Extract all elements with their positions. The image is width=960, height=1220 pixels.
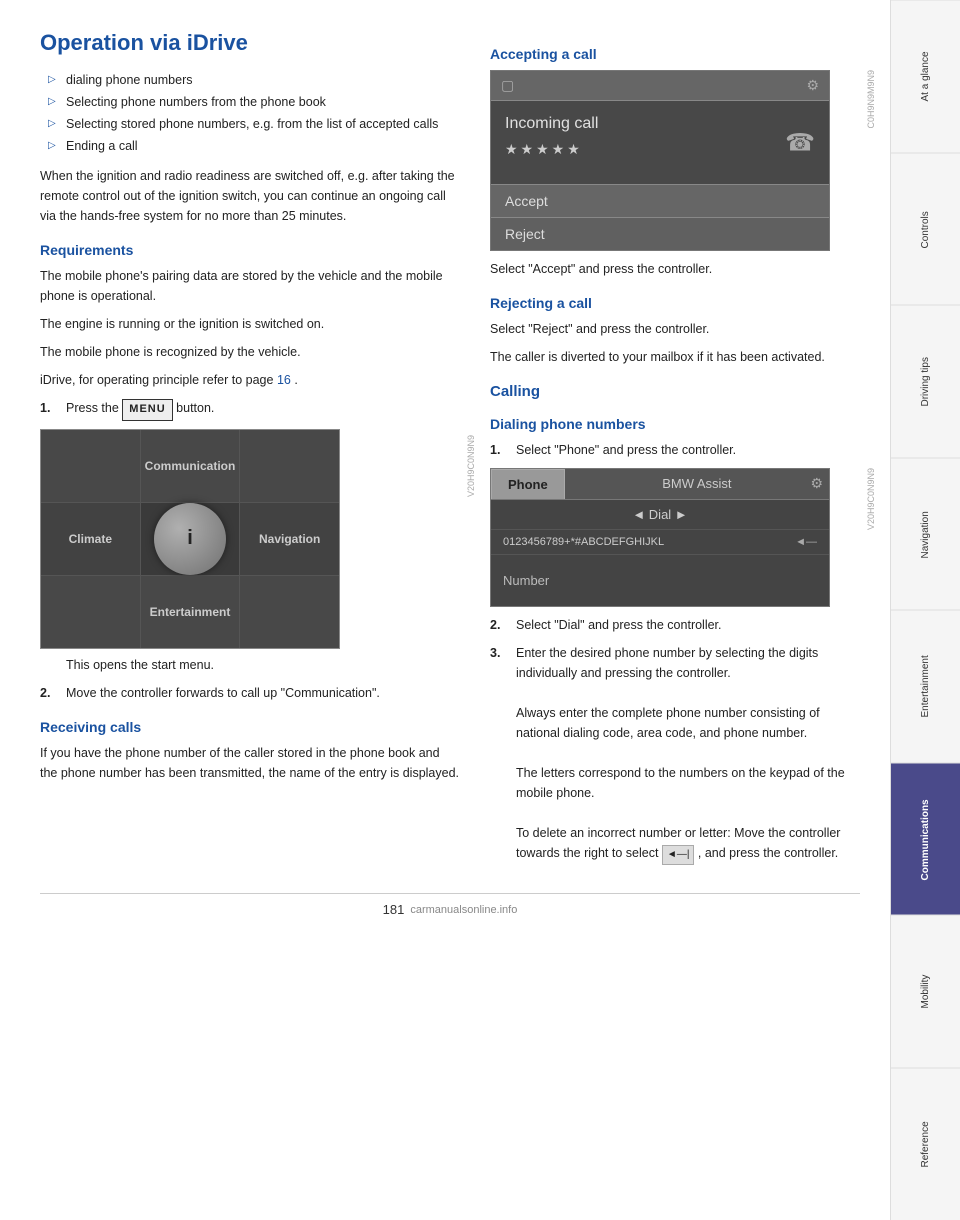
- incoming-call-label: Incoming call: [505, 115, 815, 133]
- navigation-label: Navigation: [240, 503, 339, 575]
- watermark-incoming: C0H9N9M9N9: [866, 70, 876, 129]
- idrive-screenshot: Communication Climate i Navigation Enter…: [40, 429, 460, 649]
- communication-label: Communication: [141, 430, 240, 502]
- incoming-call-screenshot: ▢ ⚙ Incoming call ★★★★★ ☎ Accept Reject …: [490, 70, 860, 251]
- idrive-i-icon: i: [187, 527, 193, 550]
- carmanuals-watermark: carmanualsonline.info: [410, 904, 517, 916]
- reject-text2: The caller is diverted to your mailbox i…: [490, 347, 860, 367]
- phone-tab[interactable]: Phone: [491, 469, 565, 499]
- req-text4: iDrive, for operating principle refer to…: [40, 370, 460, 390]
- requirements-heading: Requirements: [40, 242, 460, 258]
- req-text3: The mobile phone is recognized by the ve…: [40, 342, 460, 362]
- dial-step2: 2. Select "Dial" and press the controlle…: [490, 615, 860, 635]
- watermark-idrive: V20H9C0N9N9: [466, 435, 476, 497]
- rejecting-heading: Rejecting a call: [490, 295, 860, 311]
- calling-heading: Calling: [490, 383, 860, 400]
- sidebar-item-driving-tips[interactable]: Driving tips: [891, 305, 960, 458]
- list-item: Ending a call: [48, 136, 460, 156]
- number-chars-row: 0123456789+*#ABCDEFGHIJKL ◄—: [491, 530, 829, 555]
- sidebar-item-entertainment[interactable]: Entertainment: [891, 610, 960, 763]
- watermark-phone: V20H9C0N9N9: [866, 468, 876, 530]
- climate-label: Climate: [41, 503, 140, 575]
- phone-screenshot: Phone BMW Assist ⚙ ◄ Dial ► 0123456789+*…: [490, 468, 860, 607]
- list-item: dialing phone numbers: [48, 70, 460, 90]
- dialing-heading: Dialing phone numbers: [490, 416, 860, 432]
- right-column: Accepting a call ▢ ⚙ Incoming call ★★★★★…: [490, 30, 860, 873]
- incoming-stars: ★★★★★: [505, 141, 815, 158]
- window-icon: ▢: [501, 77, 514, 94]
- dial-row: ◄ Dial ►: [491, 500, 829, 530]
- menu-button-label: MENU: [122, 399, 172, 421]
- step1: 1. Press the MENU button.: [40, 398, 460, 421]
- settings-icon: ⚙: [806, 77, 819, 94]
- left-column: Operation via iDrive dialing phone numbe…: [40, 30, 460, 873]
- reject-button[interactable]: Reject: [491, 217, 829, 250]
- page-link[interactable]: 16: [277, 373, 291, 387]
- accept-button[interactable]: Accept: [491, 184, 829, 217]
- main-content: Operation via iDrive dialing phone numbe…: [0, 0, 890, 1220]
- receiving-text: If you have the phone number of the call…: [40, 743, 460, 783]
- number-field-label: Number: [491, 555, 829, 606]
- step2: 2. Move the controller forwards to call …: [40, 683, 460, 703]
- sidebar-item-controls[interactable]: Controls: [891, 153, 960, 306]
- sidebar-item-at-a-glance[interactable]: At a glance: [891, 0, 960, 153]
- reject-text1: Select "Reject" and press the controller…: [490, 319, 860, 339]
- entertainment-label: Entertainment: [141, 576, 240, 648]
- sidebar-item-navigation[interactable]: Navigation: [891, 458, 960, 611]
- receiving-calls-heading: Receiving calls: [40, 719, 460, 735]
- feature-list: dialing phone numbers Selecting phone nu…: [40, 70, 460, 156]
- sidebar-item-communications[interactable]: Communications: [891, 763, 960, 916]
- backspace-icon: ◄—: [795, 536, 817, 548]
- sidebar-item-mobility[interactable]: Mobility: [891, 915, 960, 1068]
- page-number: 181: [383, 902, 405, 917]
- req-text2: The engine is running or the ignition is…: [40, 314, 460, 334]
- phone-handset-icon: ☎: [785, 128, 815, 157]
- req-text1: The mobile phone's pairing data are stor…: [40, 266, 460, 306]
- page-title: Operation via iDrive: [40, 30, 460, 56]
- sidebar-item-reference[interactable]: Reference: [891, 1068, 960, 1220]
- bmw-assist-tab[interactable]: BMW Assist: [565, 469, 829, 499]
- idrive-center: i: [141, 503, 240, 575]
- accepting-heading: Accepting a call: [490, 46, 860, 62]
- screen-settings-icon: ⚙: [810, 475, 823, 492]
- dial-step3: 3. Enter the desired phone number by sel…: [490, 643, 860, 865]
- backspace-symbol: ◄—|: [662, 845, 695, 865]
- list-item: Selecting stored phone numbers, e.g. fro…: [48, 114, 460, 134]
- ignition-text: When the ignition and radio readiness ar…: [40, 166, 460, 226]
- accept-instruction: Select "Accept" and press the controller…: [490, 259, 860, 279]
- dial-step1: 1. Select "Phone" and press the controll…: [490, 440, 860, 460]
- step1-note: This opens the start menu.: [66, 655, 460, 675]
- sidebar: At a glance Controls Driving tips Naviga…: [890, 0, 960, 1220]
- list-item: Selecting phone numbers from the phone b…: [48, 92, 460, 112]
